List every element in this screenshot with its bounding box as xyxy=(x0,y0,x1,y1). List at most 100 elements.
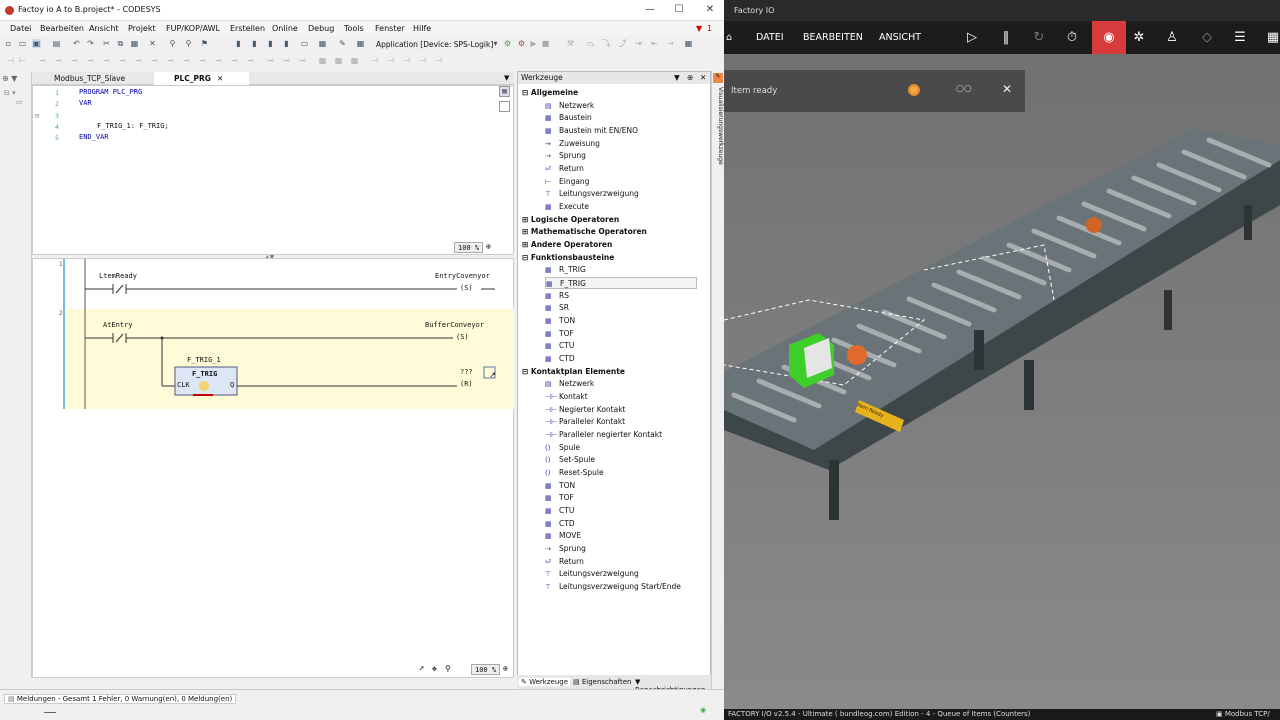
declaration-editor[interactable]: 1 2 3 4 5 ⊟ PROGRAM PLC_PRG VAR F_TRIG_1… xyxy=(32,85,514,255)
tool-sprung[interactable]: ⇢ Sprung xyxy=(545,150,586,162)
logout-icon[interactable]: ⚙ xyxy=(517,39,526,48)
fb-instance-label[interactable]: F_TRIG_1 xyxy=(187,356,221,364)
login-icon[interactable]: ⚙ xyxy=(503,39,512,48)
ladder-tool-3-icon[interactable]: ⊸ xyxy=(38,56,47,65)
step-into-icon[interactable]: ⤵ xyxy=(602,39,611,48)
replace-icon[interactable]: ⚲ xyxy=(184,39,193,48)
tree-collapse-icon[interactable]: ⊟ ▾ xyxy=(4,89,16,97)
reset-icon[interactable]: ↻ xyxy=(1028,27,1050,49)
ladder-tool-6-icon[interactable]: ⊸ xyxy=(86,56,95,65)
pointer-tool-icon[interactable]: ➚ xyxy=(419,664,424,673)
menu-fup[interactable]: FUP/KOP/AWL xyxy=(166,24,220,33)
timer-icon[interactable]: ⏱ xyxy=(1061,27,1083,49)
redo-icon[interactable]: ↷ xyxy=(86,39,95,48)
copy-icon[interactable]: ⧉ xyxy=(116,39,125,48)
messages-summary[interactable]: ▤ Meldungen - Gesamt 1 Fehler, 0 Warnung… xyxy=(4,694,237,704)
ladder-tool-26-icon[interactable]: ⊣ xyxy=(418,56,427,65)
drivers-icon[interactable]: ✲ xyxy=(1128,27,1150,49)
tool-return[interactable]: ⏎ Return xyxy=(545,163,584,175)
tool-ctu[interactable]: ▦ CTU xyxy=(545,340,574,352)
tool-ton[interactable]: ▦ TON xyxy=(545,315,575,327)
clear-bookmark-icon[interactable]: ▮ xyxy=(282,39,291,48)
tool-r-trig[interactable]: ▦ R_TRIG xyxy=(545,264,586,276)
ladder-tool-19-icon[interactable]: ⊸ xyxy=(298,56,307,65)
tool-spule[interactable]: () Spule xyxy=(545,442,580,454)
visualization-icon[interactable]: ✎ xyxy=(713,73,723,83)
print-icon[interactable]: ▤ xyxy=(52,39,61,48)
ladder-tool-23-icon[interactable]: ⊣ xyxy=(370,56,379,65)
dropdown-icon[interactable]: ▾ xyxy=(491,39,500,48)
tool-paralleler-negierter-kontakt[interactable]: ⊣⊢ Paralleler negierter Kontakt xyxy=(545,429,662,441)
tool-rs[interactable]: ▦ RS xyxy=(545,290,569,302)
visualization-tools-strip[interactable]: ✎ Visualisierungswerkzeuge xyxy=(711,71,724,689)
step-out-icon[interactable]: ⤴ xyxy=(618,39,627,48)
new-icon[interactable]: ▫ xyxy=(4,39,13,48)
menu-ansicht[interactable]: ANSICHT xyxy=(879,32,921,43)
app-icon[interactable]: ▦ xyxy=(356,39,365,48)
menu-projekt[interactable]: Projekt xyxy=(128,24,156,33)
glasses-icon[interactable]: ○○ xyxy=(956,84,972,94)
ladder-editor[interactable]: 1 LtemReady EntryCovenyor (S) 2 AtEntry … xyxy=(32,258,514,678)
ladder-tool-13-icon[interactable]: ⊸ xyxy=(198,56,207,65)
sensor-state-icon[interactable] xyxy=(908,84,920,96)
tabs-dropdown-icon[interactable]: ▼ xyxy=(504,74,509,82)
decl-zoom-level[interactable]: 100 % xyxy=(454,242,484,253)
grid-icon[interactable]: ▦ xyxy=(318,39,327,48)
ladder-zoom-level[interactable]: 100 % xyxy=(471,664,501,675)
panel-dropdown-icon[interactable]: ▼ xyxy=(674,72,680,84)
tool-kp-tof[interactable]: ▦ TOF xyxy=(545,492,574,504)
panel-pin-icon[interactable]: ⊕ xyxy=(687,72,693,84)
menu-bearbeiten[interactable]: Bearbeiten xyxy=(40,24,84,33)
pause-icon[interactable]: ‖ xyxy=(995,27,1017,49)
section-funktionsbausteine[interactable]: ⊟ Funktionsbausteine xyxy=(522,252,614,264)
tool-kp-ton[interactable]: ▦ TON xyxy=(545,480,575,492)
tool-reset-spule[interactable]: () Reset-Spule xyxy=(545,467,604,479)
tab-werkzeuge[interactable]: ✎ Werkzeuge xyxy=(519,678,571,686)
list-icon[interactable]: ☰ xyxy=(1229,27,1251,49)
find-icon[interactable]: ⚲ xyxy=(168,39,177,48)
menu-datei[interactable]: Datei xyxy=(10,24,31,33)
ladder-tool-11-icon[interactable]: ⊸ xyxy=(166,56,175,65)
ladder-tool-25-icon[interactable]: ⊣ xyxy=(402,56,411,65)
sensor-view-icon[interactable]: ◉ xyxy=(1092,21,1126,54)
section-andere-operatoren[interactable]: ⊞ Andere Operatoren xyxy=(522,239,612,251)
open-icon[interactable]: ▭ xyxy=(18,39,27,48)
ladder-tool-7-icon[interactable]: ⊸ xyxy=(102,56,111,65)
menu-online[interactable]: Online xyxy=(272,24,298,33)
tool-zuweisung[interactable]: → Zuweisung xyxy=(545,138,600,150)
minimize-icon[interactable]: — xyxy=(636,2,664,18)
tool-netzwerk[interactable]: ▤ Netzwerk xyxy=(545,100,594,112)
toggle-bookmark-icon[interactable]: ▮ xyxy=(234,39,243,48)
zoom-icon[interactable]: ⊕ xyxy=(503,664,508,673)
tool-paralleler-kontakt[interactable]: ⊣⊢ Paralleler Kontakt xyxy=(545,416,625,428)
ladder-tool-17-icon[interactable]: ⊸ xyxy=(266,56,275,65)
grid-icon[interactable]: ▦ xyxy=(1262,27,1280,49)
tool-eingang[interactable]: ⊢ Eingang xyxy=(545,176,589,188)
tool-baustein-en-eno[interactable]: ▦ Baustein mit EN/ENO xyxy=(545,125,638,137)
ladder-tool-21-icon[interactable]: ▦ xyxy=(334,56,343,65)
menu-bearbeiten[interactable]: BEARBEITEN xyxy=(803,32,863,43)
ladder-tool-10-icon[interactable]: ⊸ xyxy=(150,56,159,65)
ladder-tool-2-icon[interactable]: ⊢ xyxy=(18,56,27,65)
ladder-tool-16-icon[interactable]: ⊸ xyxy=(246,56,255,65)
menu-tools[interactable]: Tools xyxy=(344,24,364,33)
tool-kp-ctu[interactable]: ▦ CTU xyxy=(545,505,574,517)
ladder-tool-4-icon[interactable]: ⊸ xyxy=(54,56,63,65)
ladder-tool-20-icon[interactable]: ▦ xyxy=(318,56,327,65)
tab-plc-prg[interactable]: PLC_PRG ✕ xyxy=(154,72,249,85)
ladder-tool-27-icon[interactable]: ⊣ xyxy=(434,56,443,65)
prev-bookmark-icon[interactable]: ▮ xyxy=(266,39,275,48)
camera-icon[interactable]: ♙ xyxy=(1161,27,1183,49)
tool-kp-return[interactable]: ⏎ Return xyxy=(545,556,584,568)
save-icon[interactable]: ▣ xyxy=(32,39,41,48)
maximize-icon[interactable]: ☐ xyxy=(665,2,693,18)
popup-close-icon[interactable]: ✕ xyxy=(1002,82,1012,96)
coil-label-unassigned[interactable]: ??? xyxy=(460,368,473,376)
section-mathematische-operatoren[interactable]: ⊞ Mathematische Operatoren xyxy=(522,226,647,238)
ladder-tool-9-icon[interactable]: ⊸ xyxy=(134,56,143,65)
ladder-tool-14-icon[interactable]: ⊸ xyxy=(214,56,223,65)
application-selector[interactable]: Application [Device: SPS-Logik] xyxy=(376,40,493,49)
tool-kontakt[interactable]: ⊣⊢ Kontakt xyxy=(545,391,588,403)
diamond-icon[interactable]: ◇ xyxy=(1196,27,1218,49)
tool-leitungsverzweigung[interactable]: ⊤ Leitungsverzweigung xyxy=(545,188,639,200)
